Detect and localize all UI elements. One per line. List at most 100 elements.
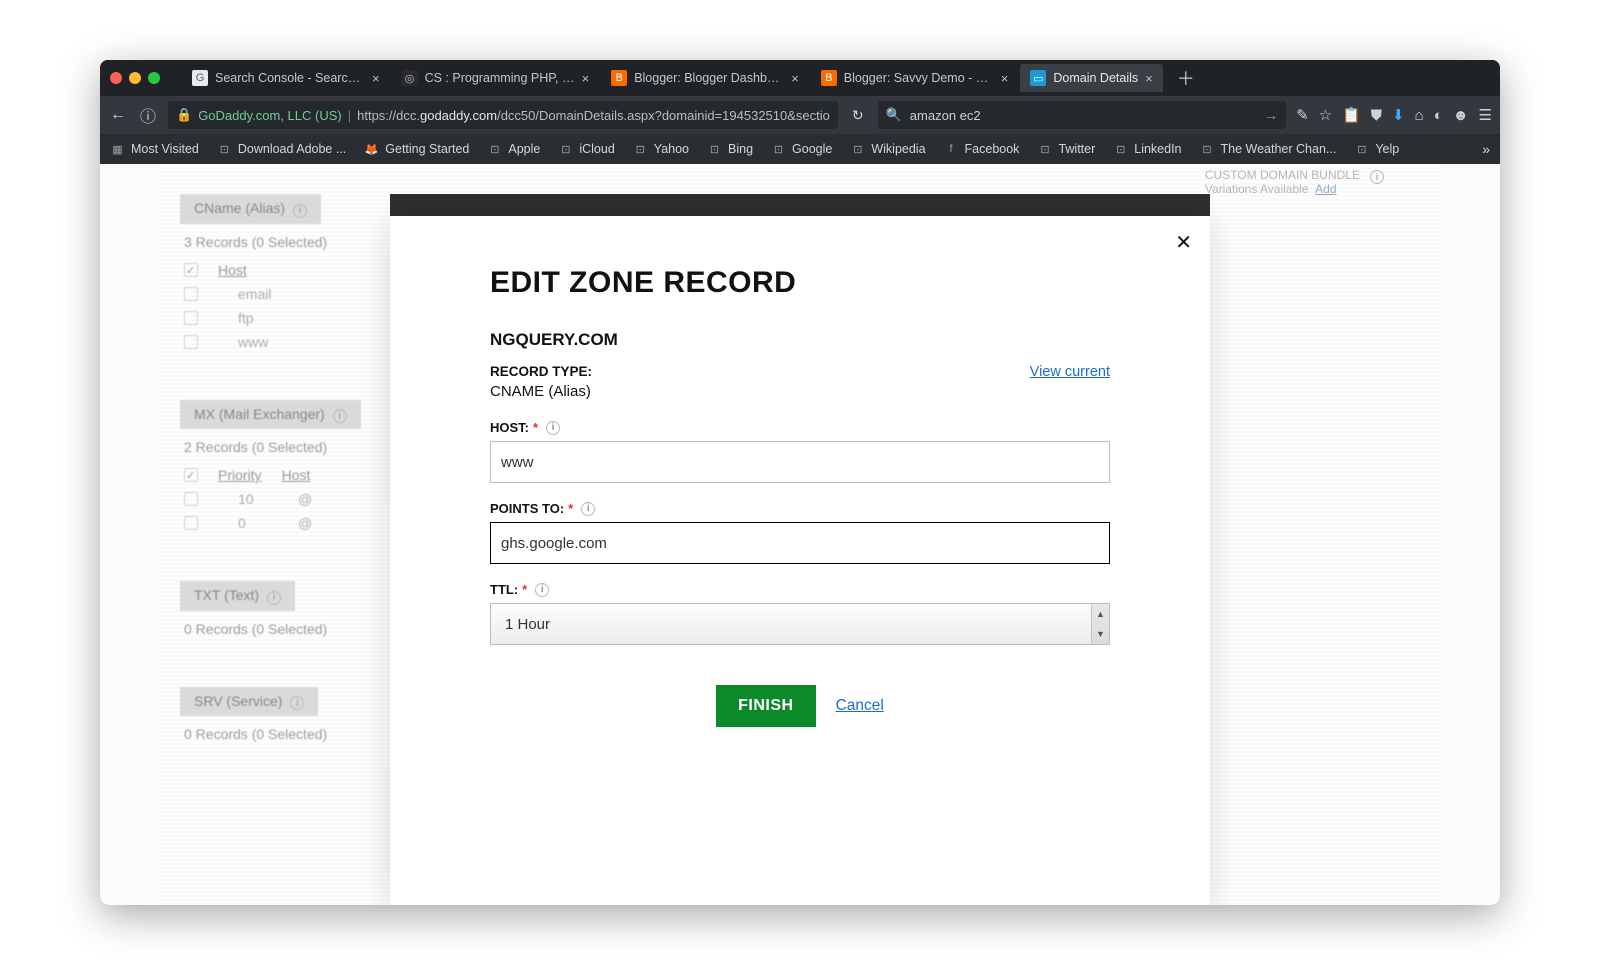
section-header: SRV (Service) i (180, 687, 318, 717)
info-icon[interactable]: i (333, 409, 347, 423)
modal-top-stripe (390, 194, 1210, 216)
browser-tab[interactable]: B Blogger: Blogger Dashboard × (601, 64, 809, 92)
bookmark-label: Bing (728, 142, 753, 156)
record-host[interactable]: ftp (238, 310, 254, 326)
chevron-down-icon[interactable]: ▼ (1092, 624, 1109, 644)
bookmark-item[interactable]: ⊡Yelp (1354, 142, 1399, 157)
home-icon[interactable]: ⌂ (1415, 107, 1424, 124)
chevron-up-icon[interactable]: ▲ (1092, 604, 1109, 624)
checkbox[interactable] (184, 263, 198, 277)
bookmark-label: Yelp (1375, 142, 1399, 156)
bookmark-label: Getting Started (385, 142, 469, 156)
tabs-container: G Search Console - Search A... ×◎ CS : P… (182, 64, 1163, 92)
checkbox[interactable] (184, 468, 198, 482)
bookmark-favicon: ▦ (110, 142, 125, 157)
bookmark-item[interactable]: ⊡iCloud (558, 142, 614, 157)
close-tab-icon[interactable]: × (1001, 71, 1009, 86)
ttl-label: TTL:*i (490, 582, 1110, 597)
info-icon[interactable]: i (535, 583, 549, 597)
select-scroll-buttons[interactable]: ▲ ▼ (1091, 604, 1109, 644)
clipboard-icon[interactable]: 📋 (1342, 106, 1361, 124)
bookmark-label: Yahoo (654, 142, 689, 156)
window-controls (110, 72, 160, 84)
bookmark-item[interactable]: ⊡Apple (487, 142, 540, 157)
close-tab-icon[interactable]: × (372, 71, 380, 86)
bookmarks-overflow-icon[interactable]: » (1482, 141, 1490, 157)
maximize-window-icon[interactable] (148, 72, 160, 84)
close-tab-icon[interactable]: × (1145, 71, 1153, 86)
tab-title: Search Console - Search A... (215, 71, 365, 85)
address-bar[interactable]: 🔒 GoDaddy.com, LLC (US) | https://dcc.go… (168, 101, 838, 129)
checkbox[interactable] (184, 311, 198, 325)
bookmark-item[interactable]: ⊡ Yahoo (633, 142, 689, 157)
close-window-icon[interactable] (110, 72, 122, 84)
browser-tab[interactable]: G Search Console - Search A... × (182, 64, 390, 92)
bookmark-favicon: ⊡ (633, 142, 648, 157)
bookmark-label: Twitter (1058, 142, 1095, 156)
checkbox[interactable] (184, 287, 198, 301)
bookmark-favicon: ⊡ (850, 142, 865, 157)
info-icon[interactable]: i (581, 502, 595, 516)
reload-button[interactable]: ↻ (852, 107, 864, 124)
finish-button[interactable]: FINISH (716, 685, 815, 727)
ttl-select[interactable]: 1 Hour ▲ ▼ (490, 603, 1110, 645)
section-header: TXT (Text) i (180, 581, 295, 611)
bookmark-favicon: ⊡ (1037, 142, 1052, 157)
cancel-link[interactable]: Cancel (836, 697, 884, 715)
bookmark-item[interactable]: ⊡Google (771, 142, 832, 157)
column-header[interactable]: Host (282, 467, 311, 483)
info-icon[interactable]: ⓘ (138, 103, 158, 127)
section-header: MX (Mail Exchanger) i (180, 400, 361, 430)
smiley-icon[interactable]: ☻ (1453, 107, 1469, 124)
pocket-icon[interactable]: ⛊ (1371, 107, 1382, 124)
search-bar[interactable]: 🔍 amazon ec2 → (878, 101, 1286, 129)
view-current-link[interactable]: View current (1030, 364, 1110, 380)
tab-favicon: B (611, 70, 627, 86)
bookmark-item[interactable]: ⊡The Weather Chan... (1200, 142, 1337, 157)
info-icon[interactable]: i (293, 204, 307, 218)
checkbox[interactable] (184, 516, 198, 530)
download-icon[interactable]: ⬇ (1392, 106, 1405, 124)
info-icon[interactable]: i (546, 421, 560, 435)
browser-tab[interactable]: ▭ Domain Details × (1020, 64, 1162, 92)
browser-tab[interactable]: ◎ CS : Programming PHP, JQ... × (392, 64, 600, 92)
search-go-icon[interactable]: → (1264, 107, 1278, 123)
record-host[interactable]: www (238, 334, 268, 350)
bookmark-item[interactable]: ⊡Download Adobe ... (217, 142, 346, 157)
url-text: https://dcc.godaddy.com/dcc50/DomainDeta… (357, 108, 830, 123)
browser-tab[interactable]: B Blogger: Savvy Demo - Bas... × (811, 64, 1019, 92)
close-tab-icon[interactable]: × (791, 71, 799, 86)
menu-icon[interactable]: ☰ (1479, 106, 1492, 124)
minimize-window-icon[interactable] (129, 72, 141, 84)
bookmark-item[interactable]: fFacebook (944, 142, 1020, 157)
close-tab-icon[interactable]: × (582, 71, 590, 86)
column-header[interactable]: Priority (218, 467, 262, 483)
bookmark-item[interactable]: 🦊Getting Started (364, 142, 469, 157)
bookmark-item[interactable]: ⊡LinkedIn (1113, 142, 1181, 157)
tab-favicon: ◎ (402, 70, 418, 86)
bookmark-item[interactable]: ⊡ Twitter (1037, 142, 1095, 157)
new-tab-button[interactable]: ＋ (1167, 65, 1205, 91)
column-header[interactable]: Host (218, 262, 247, 278)
bookmark-favicon: ⊡ (487, 142, 502, 157)
checkbox[interactable] (184, 335, 198, 349)
checkbox[interactable] (184, 492, 198, 506)
shield-icon[interactable]: ◐ (1434, 107, 1443, 124)
record-type-label: RECORD TYPE: (490, 364, 592, 379)
bookmark-item[interactable]: ⊡Wikipedia (850, 142, 925, 157)
points-to-input[interactable] (490, 522, 1110, 564)
bookmarks-bar: ▦Most Visited ⊡Download Adobe ... 🦊Getting… (100, 134, 1500, 164)
record-host[interactable]: email (238, 286, 271, 302)
info-icon[interactable]: i (267, 591, 281, 605)
back-button[interactable]: ← (108, 106, 128, 124)
info-icon[interactable]: i (290, 696, 304, 710)
bookmark-star-icon[interactable]: ☆ (1319, 106, 1332, 124)
bookmark-label: The Weather Chan... (1221, 142, 1337, 156)
close-icon[interactable]: ✕ (1175, 230, 1192, 255)
tab-title: CS : Programming PHP, JQ... (425, 71, 575, 85)
wand-icon[interactable]: ✎ (1296, 106, 1309, 124)
lock-icon: 🔒 (176, 107, 192, 123)
bookmark-item[interactable]: ▦Most Visited (110, 142, 199, 157)
bookmark-item[interactable]: ⊡Bing (707, 142, 753, 157)
host-input[interactable] (490, 441, 1110, 483)
